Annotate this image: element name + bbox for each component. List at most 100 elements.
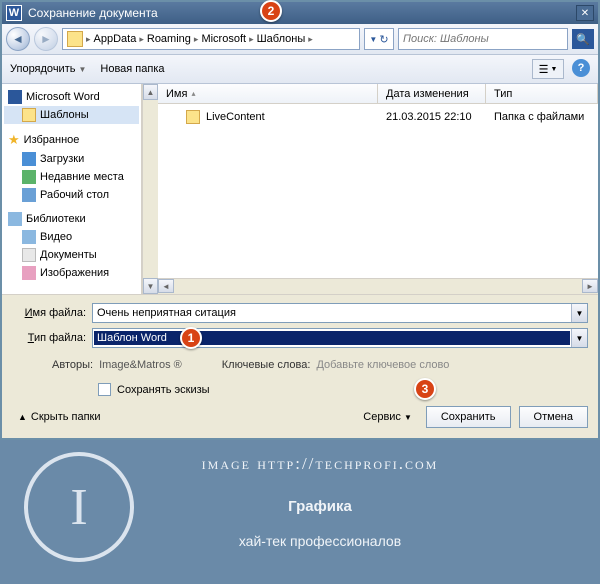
keywords-placeholder[interactable]: Добавьте ключевое слово <box>316 359 449 371</box>
tree-label: Изображения <box>40 267 109 279</box>
tree-item-video[interactable]: Видео <box>4 228 139 246</box>
tree-item-favorites[interactable]: ★ Избранное <box>4 130 139 150</box>
chevron-down-icon[interactable]: ▼ <box>571 329 587 347</box>
toolbar: Упорядочить ▼ Новая папка ☰ ▼ ? <box>2 55 598 84</box>
file-date: 21.03.2015 22:10 <box>378 111 486 123</box>
search-button[interactable]: 🔍 <box>572 29 594 49</box>
authors-value[interactable]: Image&Matros ® <box>99 359 182 371</box>
scroll-right-button[interactable]: ► <box>582 279 598 293</box>
chevron-right-icon: ▸ <box>307 34 314 45</box>
tree-label: Избранное <box>24 134 80 146</box>
tree-label: Загрузки <box>40 153 84 165</box>
tools-button[interactable]: Сервис ▼ <box>357 409 418 425</box>
dialog-body: Microsoft Word Шаблоны ★ Избранное Загру… <box>2 84 598 294</box>
scroll-left-button[interactable]: ◄ <box>158 279 174 293</box>
annotation-badge-3: 3 <box>414 378 436 400</box>
save-dialog-window: W Сохранение документа ✕ ◄ ► ▸ AppData ▸… <box>0 0 600 440</box>
video-icon <box>22 230 36 244</box>
new-folder-label: Новая папка <box>100 63 164 75</box>
hide-folders-button[interactable]: ▲ Скрыть папки <box>12 409 107 425</box>
filetype-value: Шаблон Word <box>94 331 570 345</box>
save-thumbnail-checkbox[interactable] <box>98 383 111 396</box>
breadcrumb[interactable]: ▸ AppData ▸ Roaming ▸ Microsoft ▸ Шаблон… <box>62 28 360 50</box>
tree-label: Библиотеки <box>26 213 86 225</box>
cancel-label: Отмена <box>534 411 573 423</box>
help-button[interactable]: ? <box>572 59 590 77</box>
cancel-button[interactable]: Отмена <box>519 406 588 428</box>
tree-item-recent[interactable]: Недавние места <box>4 168 139 186</box>
scroll-track[interactable] <box>174 279 582 294</box>
tree-label: Microsoft Word <box>26 91 100 103</box>
tree-item-word[interactable]: Microsoft Word <box>4 88 139 106</box>
chevron-up-icon: ▲ <box>18 412 27 422</box>
document-icon <box>22 248 36 262</box>
sort-indicator-icon: ▴ <box>191 89 195 98</box>
watermark-letter: I <box>70 478 87 537</box>
filetype-combo[interactable]: Шаблон Word ▼ <box>92 328 588 348</box>
navigation-bar: ◄ ► ▸ AppData ▸ Roaming ▸ Microsoft ▸ Ша… <box>2 24 598 55</box>
tree-item-templates[interactable]: Шаблоны <box>4 106 139 124</box>
nav-back-button[interactable]: ◄ <box>6 27 30 51</box>
tree-label: Видео <box>40 231 72 243</box>
organize-button[interactable]: Упорядочить ▼ <box>10 63 86 75</box>
breadcrumb-segment[interactable]: Roaming <box>145 33 193 45</box>
tree-item-pictures[interactable]: Изображения <box>4 264 139 282</box>
new-folder-button[interactable]: Новая папка <box>100 63 164 75</box>
column-header-date[interactable]: Дата изменения <box>378 84 486 103</box>
tree-item-libraries[interactable]: Библиотеки <box>4 210 139 228</box>
annotation-badge-1: 1 <box>180 327 202 349</box>
keywords-label: Ключевые слова: <box>222 359 311 371</box>
search-input[interactable] <box>399 33 567 45</box>
list-view-icon: ☰ <box>539 63 549 76</box>
tree-label: Недавние места <box>40 171 124 183</box>
column-label: Тип <box>494 88 512 100</box>
column-label: Дата изменения <box>386 88 469 100</box>
refresh-dropdown-button[interactable]: ▼ ↻ <box>364 28 394 50</box>
downloads-icon <box>22 152 36 166</box>
nav-forward-button[interactable]: ► <box>34 27 58 51</box>
star-icon: ★ <box>8 132 20 148</box>
breadcrumb-segment[interactable]: AppData <box>92 33 139 45</box>
chevron-down-icon: ▼ <box>404 413 412 422</box>
close-window-button[interactable]: ✕ <box>576 5 594 21</box>
sidebar-scrollbar[interactable]: ▲ ▼ <box>142 84 158 294</box>
horizontal-scrollbar[interactable]: ◄ ► <box>158 278 598 294</box>
hide-folders-label: Скрыть папки <box>31 411 101 423</box>
save-button[interactable]: Сохранить <box>426 406 511 428</box>
tree-label: Шаблоны <box>40 109 89 121</box>
tree-item-desktop[interactable]: Рабочий стол <box>4 186 139 204</box>
tree-label: Рабочий стол <box>40 189 109 201</box>
chevron-down-icon: ▼ <box>78 65 86 74</box>
scroll-track[interactable] <box>143 100 158 278</box>
tree-item-documents[interactable]: Документы <box>4 246 139 264</box>
watermark-footer: I image http://techprofi.com Графика хай… <box>0 440 600 584</box>
watermark-logo: I <box>24 452 134 562</box>
library-icon <box>8 212 22 226</box>
filename-combo[interactable]: Очень неприятная ситация ▼ <box>92 303 588 323</box>
word-icon <box>8 90 22 104</box>
scroll-down-button[interactable]: ▼ <box>143 278 158 294</box>
chevron-down-icon[interactable]: ▼ <box>571 304 587 322</box>
scroll-up-button[interactable]: ▲ <box>143 84 158 100</box>
search-icon: 🔍 <box>576 33 590 46</box>
column-header-type[interactable]: Тип <box>486 84 598 103</box>
breadcrumb-segment[interactable]: Microsoft <box>199 33 248 45</box>
image-icon <box>22 266 36 280</box>
folder-tree: Microsoft Word Шаблоны ★ Избранное Загру… <box>2 84 142 294</box>
tree-item-downloads[interactable]: Загрузки <box>4 150 139 168</box>
filename-label: Имя файла: <box>12 307 92 319</box>
bottom-panel: Имя файла: Очень неприятная ситация ▼ Ти… <box>2 294 598 438</box>
save-label: Сохранить <box>441 411 496 423</box>
column-headers: Имя ▴ Дата изменения Тип <box>158 84 598 104</box>
column-header-name[interactable]: Имя ▴ <box>158 84 378 103</box>
file-row[interactable]: LiveContent 21.03.2015 22:10 Папка с фай… <box>158 108 598 126</box>
window-title: Сохранение документа <box>28 6 574 20</box>
breadcrumb-segment[interactable]: Шаблоны <box>255 33 308 45</box>
desktop-icon <box>22 188 36 202</box>
tools-label: Сервис <box>363 411 401 423</box>
folder-icon <box>22 108 36 122</box>
column-label: Имя <box>166 88 187 100</box>
recent-icon <box>22 170 36 184</box>
view-mode-button[interactable]: ☰ ▼ <box>532 59 564 79</box>
organize-label: Упорядочить <box>10 63 75 75</box>
